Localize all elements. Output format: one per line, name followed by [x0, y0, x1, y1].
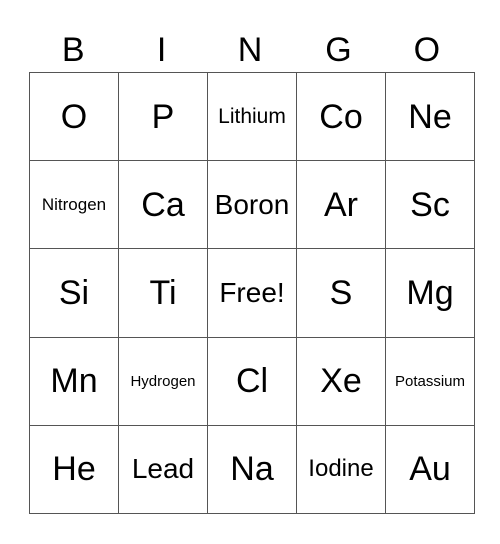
bingo-cell[interactable]: Iodine [296, 424, 386, 515]
bingo-cell[interactable]: Lithium [207, 71, 297, 162]
bingo-cell[interactable]: Xe [296, 336, 386, 426]
bingo-cell[interactable]: Nitrogen [29, 160, 119, 250]
bingo-card: O P Lithium Co Ne Nitrogen Ca Boron Ar S… [29, 71, 475, 515]
header-letter: B [61, 31, 85, 69]
free-space-cell[interactable]: Free! [207, 248, 297, 338]
bingo-cell[interactable]: Cl [207, 336, 297, 426]
bingo-cell[interactable]: Boron [207, 160, 297, 250]
bingo-cell[interactable]: Potassium [385, 336, 475, 426]
card-row: Si Ti Free! S Mg [29, 248, 475, 338]
header-letter: G [325, 31, 352, 69]
card-row: O P Lithium Co Ne [29, 71, 475, 162]
card-row: Nitrogen Ca Boron Ar Sc [29, 160, 475, 250]
bingo-cell[interactable]: Mg [385, 248, 475, 338]
bingo-cell[interactable]: Lead [118, 424, 208, 515]
bingo-cell[interactable]: Hydrogen [118, 336, 208, 426]
header-letter: N [237, 31, 263, 69]
header-letter: O [413, 31, 441, 69]
bingo-cell[interactable]: Ca [118, 160, 208, 250]
bingo-cell[interactable]: S [296, 248, 386, 338]
bingo-cell[interactable]: Au [385, 424, 475, 515]
bingo-cell[interactable]: He [29, 424, 119, 515]
bingo-cell[interactable]: P [118, 71, 208, 162]
bingo-cell[interactable]: Ne [385, 71, 475, 162]
bingo-cell[interactable]: Co [296, 71, 386, 162]
header-letter: I [156, 31, 167, 69]
bingo-cell[interactable]: Si [29, 248, 119, 338]
bingo-cell[interactable]: Na [207, 424, 297, 515]
card-row: He Lead Na Iodine Au [29, 424, 475, 515]
card-row: Mn Hydrogen Cl Xe Potassium [29, 336, 475, 426]
bingo-cell[interactable]: Sc [385, 160, 475, 250]
bingo-cell[interactable]: O [29, 71, 119, 162]
bingo-cell[interactable]: Ti [118, 248, 208, 338]
bingo-cell[interactable]: Ar [296, 160, 386, 250]
bingo-header: B I N G O [29, 28, 471, 72]
bingo-cell[interactable]: Mn [29, 336, 119, 426]
